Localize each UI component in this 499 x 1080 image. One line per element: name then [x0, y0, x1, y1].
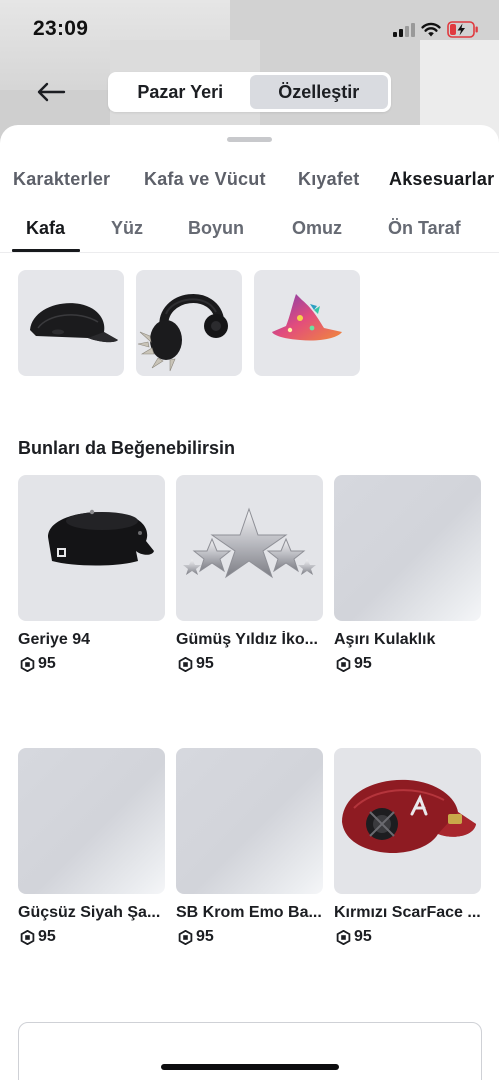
price-value: 95	[354, 655, 372, 672]
robux-icon	[178, 929, 193, 945]
spiked-headphones-icon	[137, 294, 228, 372]
item-name: Aşırı Kulaklık	[334, 631, 436, 648]
segment-customize[interactable]: Özelleştir	[249, 75, 388, 109]
item-price: 95	[334, 655, 481, 673]
recommended-item-card[interactable]: Kırmızı ScarFace ... 95	[334, 748, 481, 946]
subtab-face[interactable]: Yüz	[111, 218, 143, 239]
home-indicator[interactable]	[161, 1064, 339, 1070]
segment-marketplace[interactable]: Pazar Yeri	[111, 75, 250, 109]
subtab-neck[interactable]: Boyun	[188, 218, 244, 239]
status-bar: 23:09	[0, 0, 499, 60]
item-thumbnail-placeholder	[176, 748, 323, 894]
subtab-shoulder[interactable]: Omuz	[292, 218, 342, 239]
robux-icon	[20, 656, 35, 672]
backwards-cap-icon	[48, 509, 154, 566]
black-cap-icon	[30, 303, 118, 343]
price-value: 95	[354, 928, 372, 945]
wifi-icon	[421, 22, 441, 37]
item-name: Geriye 94	[18, 631, 91, 648]
silver-stars-icon	[183, 507, 316, 579]
item-price: 95	[18, 928, 165, 946]
robux-icon	[336, 929, 351, 945]
robux-icon	[336, 656, 351, 672]
item-price: 95	[18, 655, 165, 673]
tab-clothing[interactable]: Kıyafet	[298, 169, 359, 190]
tab-accessories[interactable]: Aksesuarlar	[389, 169, 494, 190]
item-thumbnail	[176, 475, 323, 621]
wizard-hat-icon	[272, 294, 342, 341]
robux-icon	[178, 656, 193, 672]
sheet-grabber[interactable]	[227, 137, 272, 142]
item-name: Gümüş Yıldız İko...	[176, 631, 318, 648]
subtab-head[interactable]: Kafa	[26, 218, 65, 239]
battery-charging-icon	[447, 21, 478, 38]
back-arrow-icon[interactable]	[34, 76, 68, 108]
recommendations-title: Bunları da Beğenebilirsin	[18, 438, 236, 458]
recommended-item-card[interactable]: Gümüş Yıldız İko... 95	[176, 475, 323, 673]
recommended-item-card[interactable]: Geriye 94 95	[18, 475, 165, 673]
item-name: SB Krom Emo Ba...	[176, 904, 322, 921]
item-thumbnail	[18, 475, 165, 621]
price-value: 95	[38, 655, 56, 672]
tab-characters[interactable]: Karakterler	[13, 169, 110, 190]
equipped-item-black-cap[interactable]	[18, 270, 124, 376]
price-value: 95	[38, 928, 56, 945]
price-value: 95	[196, 928, 214, 945]
subtab-front[interactable]: Ön Taraf	[388, 218, 461, 239]
robux-icon	[20, 929, 35, 945]
status-time: 23:09	[33, 17, 89, 40]
recommended-item-card[interactable]: Güçsüz Siyah Şa... 95	[18, 748, 165, 946]
item-thumbnail-placeholder	[334, 475, 481, 621]
signal-icon	[393, 23, 415, 37]
tab-head-and-body[interactable]: Kafa ve Vücut	[144, 169, 266, 190]
recommended-item-card[interactable]: Aşırı Kulaklık 95	[334, 475, 481, 673]
equipped-item-wizard-hat[interactable]	[254, 270, 360, 376]
customize-sheet: Karakterler Kafa ve Vücut Kıyafet Aksesu…	[0, 125, 499, 1080]
active-subtab-indicator	[12, 249, 80, 252]
more-items-container	[18, 1022, 482, 1080]
item-thumbnail	[334, 748, 481, 894]
category-tabs: Karakterler Kafa ve Vücut Kıyafet Aksesu…	[0, 169, 499, 199]
mode-segmented-control: Pazar Yeri Özelleştir	[108, 72, 391, 112]
recommended-item-card[interactable]: SB Krom Emo Ba... 95	[176, 748, 323, 946]
price-value: 95	[196, 655, 214, 672]
item-price: 95	[176, 928, 323, 946]
item-name: Kırmızı ScarFace ...	[334, 904, 481, 921]
item-price: 95	[176, 655, 323, 673]
red-cap-icon	[342, 779, 476, 854]
subcategory-tabs: Kafa Yüz Boyun Omuz Ön Taraf	[0, 205, 499, 253]
item-name: Güçsüz Siyah Şa...	[18, 904, 161, 921]
item-price: 95	[334, 928, 481, 946]
item-thumbnail-placeholder	[18, 748, 165, 894]
equipped-item-spiked-headphones[interactable]	[136, 270, 242, 376]
